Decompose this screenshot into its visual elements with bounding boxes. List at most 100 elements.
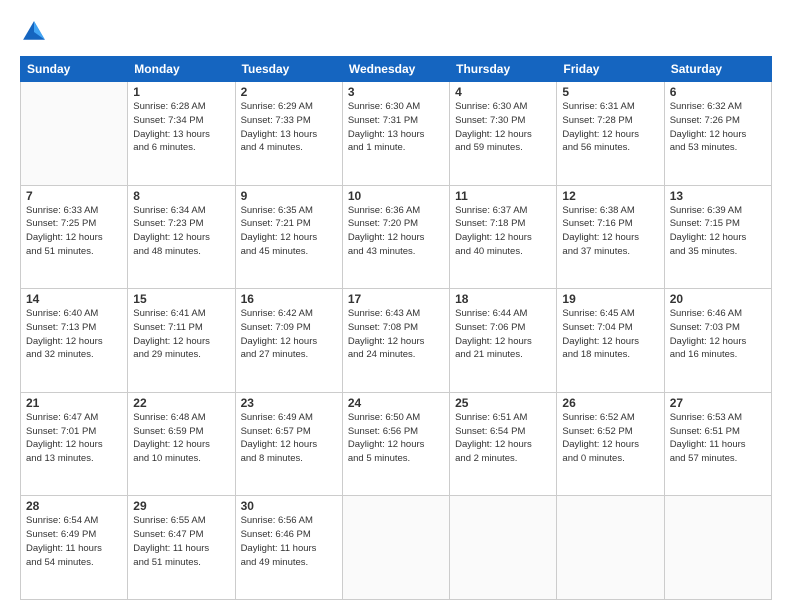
calendar-cell: 7Sunrise: 6:33 AMSunset: 7:25 PMDaylight… — [21, 185, 128, 289]
day-number: 9 — [241, 189, 337, 203]
weekday-header: Monday — [128, 57, 235, 82]
page: SundayMondayTuesdayWednesdayThursdayFrid… — [0, 0, 792, 612]
day-info: Sunrise: 6:33 AMSunset: 7:25 PMDaylight:… — [26, 204, 122, 259]
calendar-cell: 3Sunrise: 6:30 AMSunset: 7:31 PMDaylight… — [342, 82, 449, 186]
calendar-cell: 23Sunrise: 6:49 AMSunset: 6:57 PMDayligh… — [235, 392, 342, 496]
day-number: 6 — [670, 85, 766, 99]
calendar-cell: 14Sunrise: 6:40 AMSunset: 7:13 PMDayligh… — [21, 289, 128, 393]
day-info: Sunrise: 6:37 AMSunset: 7:18 PMDaylight:… — [455, 204, 551, 259]
day-number: 25 — [455, 396, 551, 410]
calendar-cell: 6Sunrise: 6:32 AMSunset: 7:26 PMDaylight… — [664, 82, 771, 186]
day-info: Sunrise: 6:31 AMSunset: 7:28 PMDaylight:… — [562, 100, 658, 155]
calendar-cell: 27Sunrise: 6:53 AMSunset: 6:51 PMDayligh… — [664, 392, 771, 496]
day-number: 16 — [241, 292, 337, 306]
day-info: Sunrise: 6:45 AMSunset: 7:04 PMDaylight:… — [562, 307, 658, 362]
calendar-cell: 18Sunrise: 6:44 AMSunset: 7:06 PMDayligh… — [450, 289, 557, 393]
calendar-header-row: SundayMondayTuesdayWednesdayThursdayFrid… — [21, 57, 772, 82]
calendar-cell: 10Sunrise: 6:36 AMSunset: 7:20 PMDayligh… — [342, 185, 449, 289]
calendar-cell — [664, 496, 771, 600]
day-info: Sunrise: 6:34 AMSunset: 7:23 PMDaylight:… — [133, 204, 229, 259]
calendar-cell: 30Sunrise: 6:56 AMSunset: 6:46 PMDayligh… — [235, 496, 342, 600]
calendar-week-row: 7Sunrise: 6:33 AMSunset: 7:25 PMDaylight… — [21, 185, 772, 289]
calendar-cell: 22Sunrise: 6:48 AMSunset: 6:59 PMDayligh… — [128, 392, 235, 496]
day-info: Sunrise: 6:54 AMSunset: 6:49 PMDaylight:… — [26, 514, 122, 569]
header — [20, 18, 772, 46]
day-number: 21 — [26, 396, 122, 410]
day-info: Sunrise: 6:44 AMSunset: 7:06 PMDaylight:… — [455, 307, 551, 362]
calendar-cell — [450, 496, 557, 600]
calendar-cell: 25Sunrise: 6:51 AMSunset: 6:54 PMDayligh… — [450, 392, 557, 496]
day-info: Sunrise: 6:40 AMSunset: 7:13 PMDaylight:… — [26, 307, 122, 362]
day-number: 11 — [455, 189, 551, 203]
calendar-cell: 9Sunrise: 6:35 AMSunset: 7:21 PMDaylight… — [235, 185, 342, 289]
day-number: 4 — [455, 85, 551, 99]
day-info: Sunrise: 6:49 AMSunset: 6:57 PMDaylight:… — [241, 411, 337, 466]
weekday-header: Wednesday — [342, 57, 449, 82]
calendar-cell: 8Sunrise: 6:34 AMSunset: 7:23 PMDaylight… — [128, 185, 235, 289]
calendar-cell — [342, 496, 449, 600]
day-number: 15 — [133, 292, 229, 306]
day-number: 1 — [133, 85, 229, 99]
day-number: 13 — [670, 189, 766, 203]
calendar-week-row: 1Sunrise: 6:28 AMSunset: 7:34 PMDaylight… — [21, 82, 772, 186]
calendar-cell: 29Sunrise: 6:55 AMSunset: 6:47 PMDayligh… — [128, 496, 235, 600]
day-number: 28 — [26, 499, 122, 513]
day-info: Sunrise: 6:55 AMSunset: 6:47 PMDaylight:… — [133, 514, 229, 569]
calendar-cell: 19Sunrise: 6:45 AMSunset: 7:04 PMDayligh… — [557, 289, 664, 393]
day-number: 3 — [348, 85, 444, 99]
day-info: Sunrise: 6:30 AMSunset: 7:31 PMDaylight:… — [348, 100, 444, 155]
logo-icon — [20, 18, 48, 46]
day-number: 5 — [562, 85, 658, 99]
day-info: Sunrise: 6:53 AMSunset: 6:51 PMDaylight:… — [670, 411, 766, 466]
day-info: Sunrise: 6:38 AMSunset: 7:16 PMDaylight:… — [562, 204, 658, 259]
day-number: 7 — [26, 189, 122, 203]
day-number: 30 — [241, 499, 337, 513]
calendar-week-row: 28Sunrise: 6:54 AMSunset: 6:49 PMDayligh… — [21, 496, 772, 600]
calendar-cell: 2Sunrise: 6:29 AMSunset: 7:33 PMDaylight… — [235, 82, 342, 186]
day-info: Sunrise: 6:28 AMSunset: 7:34 PMDaylight:… — [133, 100, 229, 155]
calendar-cell: 17Sunrise: 6:43 AMSunset: 7:08 PMDayligh… — [342, 289, 449, 393]
day-info: Sunrise: 6:36 AMSunset: 7:20 PMDaylight:… — [348, 204, 444, 259]
day-info: Sunrise: 6:50 AMSunset: 6:56 PMDaylight:… — [348, 411, 444, 466]
day-info: Sunrise: 6:56 AMSunset: 6:46 PMDaylight:… — [241, 514, 337, 569]
calendar-table: SundayMondayTuesdayWednesdayThursdayFrid… — [20, 56, 772, 600]
day-info: Sunrise: 6:48 AMSunset: 6:59 PMDaylight:… — [133, 411, 229, 466]
weekday-header: Saturday — [664, 57, 771, 82]
day-number: 20 — [670, 292, 766, 306]
day-number: 14 — [26, 292, 122, 306]
weekday-header: Thursday — [450, 57, 557, 82]
calendar-cell: 16Sunrise: 6:42 AMSunset: 7:09 PMDayligh… — [235, 289, 342, 393]
day-info: Sunrise: 6:42 AMSunset: 7:09 PMDaylight:… — [241, 307, 337, 362]
day-info: Sunrise: 6:46 AMSunset: 7:03 PMDaylight:… — [670, 307, 766, 362]
day-number: 18 — [455, 292, 551, 306]
calendar-cell: 13Sunrise: 6:39 AMSunset: 7:15 PMDayligh… — [664, 185, 771, 289]
calendar-cell: 20Sunrise: 6:46 AMSunset: 7:03 PMDayligh… — [664, 289, 771, 393]
calendar-week-row: 21Sunrise: 6:47 AMSunset: 7:01 PMDayligh… — [21, 392, 772, 496]
day-info: Sunrise: 6:51 AMSunset: 6:54 PMDaylight:… — [455, 411, 551, 466]
weekday-header: Sunday — [21, 57, 128, 82]
day-info: Sunrise: 6:43 AMSunset: 7:08 PMDaylight:… — [348, 307, 444, 362]
day-info: Sunrise: 6:47 AMSunset: 7:01 PMDaylight:… — [26, 411, 122, 466]
calendar-cell: 12Sunrise: 6:38 AMSunset: 7:16 PMDayligh… — [557, 185, 664, 289]
calendar-cell: 28Sunrise: 6:54 AMSunset: 6:49 PMDayligh… — [21, 496, 128, 600]
day-number: 17 — [348, 292, 444, 306]
day-number: 29 — [133, 499, 229, 513]
calendar-cell: 11Sunrise: 6:37 AMSunset: 7:18 PMDayligh… — [450, 185, 557, 289]
calendar-week-row: 14Sunrise: 6:40 AMSunset: 7:13 PMDayligh… — [21, 289, 772, 393]
day-number: 10 — [348, 189, 444, 203]
day-number: 27 — [670, 396, 766, 410]
weekday-header: Tuesday — [235, 57, 342, 82]
calendar-cell: 15Sunrise: 6:41 AMSunset: 7:11 PMDayligh… — [128, 289, 235, 393]
calendar-cell: 4Sunrise: 6:30 AMSunset: 7:30 PMDaylight… — [450, 82, 557, 186]
day-number: 22 — [133, 396, 229, 410]
day-number: 12 — [562, 189, 658, 203]
calendar-cell: 26Sunrise: 6:52 AMSunset: 6:52 PMDayligh… — [557, 392, 664, 496]
day-number: 24 — [348, 396, 444, 410]
weekday-header: Friday — [557, 57, 664, 82]
day-info: Sunrise: 6:41 AMSunset: 7:11 PMDaylight:… — [133, 307, 229, 362]
day-number: 8 — [133, 189, 229, 203]
calendar-cell: 1Sunrise: 6:28 AMSunset: 7:34 PMDaylight… — [128, 82, 235, 186]
logo — [20, 18, 52, 46]
calendar-cell: 5Sunrise: 6:31 AMSunset: 7:28 PMDaylight… — [557, 82, 664, 186]
calendar-cell — [557, 496, 664, 600]
